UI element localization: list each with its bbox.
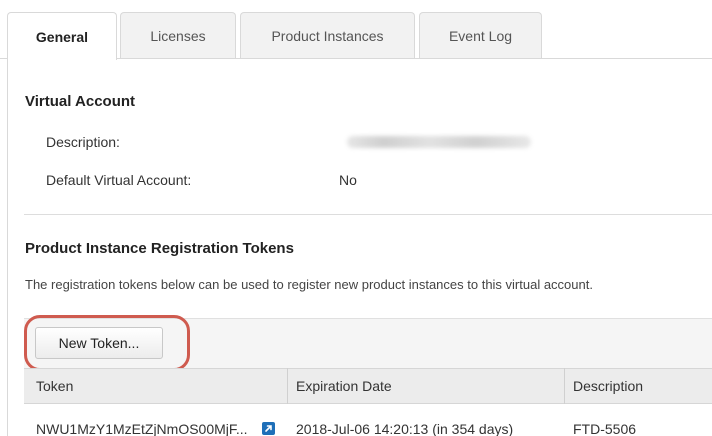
description-label: Description: (46, 134, 120, 150)
tab-general[interactable]: General (7, 12, 117, 60)
tab-event-log[interactable]: Event Log (419, 12, 542, 59)
column-header-description[interactable]: Description (573, 378, 643, 394)
default-virtual-account-value: No (339, 172, 357, 188)
tab-bar: General Licenses Product Instances Event… (0, 0, 712, 60)
registration-tokens-title: Product Instance Registration Tokens (25, 240, 294, 257)
section-divider (24, 214, 712, 215)
registration-tokens-description: The registration tokens below can be use… (25, 277, 593, 292)
column-separator (564, 368, 565, 404)
token-cell[interactable]: NWU1MzY1MzEtZjNmOS00MjF... (36, 421, 248, 436)
column-separator (287, 368, 288, 404)
tab-product-instances[interactable]: Product Instances (240, 12, 415, 59)
column-header-expiration-date[interactable]: Expiration Date (296, 378, 392, 394)
panel-border (7, 58, 8, 436)
expiration-date-cell: 2018-Jul-06 14:20:13 (in 354 days) (296, 421, 514, 436)
new-token-button[interactable]: New Token... (35, 327, 163, 359)
virtual-account-title: Virtual Account (25, 93, 136, 110)
default-virtual-account-label: Default Virtual Account: (46, 172, 192, 188)
description-value-redacted (347, 136, 531, 148)
column-header-token[interactable]: Token (36, 378, 73, 394)
external-link-icon[interactable] (262, 422, 275, 435)
description-cell: FTD-5506 (573, 421, 637, 436)
tab-licenses[interactable]: Licenses (120, 12, 236, 59)
